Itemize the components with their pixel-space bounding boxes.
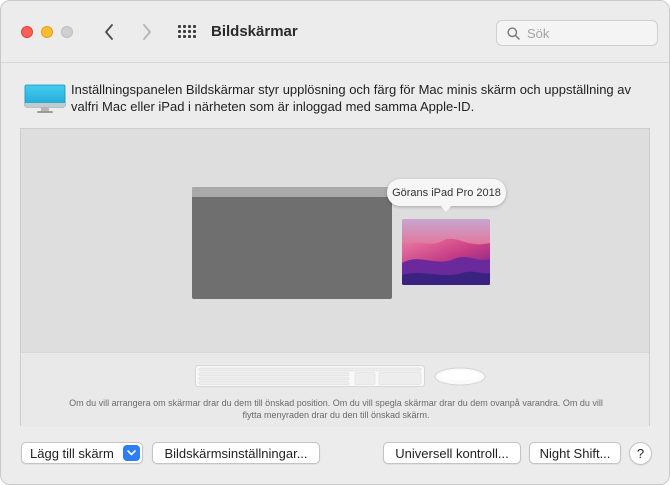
title-bar: Bildskärmar xyxy=(1,1,669,63)
zoom-button[interactable] xyxy=(61,26,73,38)
ipad-display-thumbnail[interactable] xyxy=(402,219,490,285)
ipad-name-tooltip: Görans iPad Pro 2018 xyxy=(387,179,506,206)
show-all-button[interactable] xyxy=(176,23,196,41)
close-button[interactable] xyxy=(21,26,33,38)
search-input[interactable] xyxy=(525,24,649,42)
night-shift-button[interactable]: Night Shift... xyxy=(529,442,621,464)
info-description: Inställningspanelen Bildskärmar styr upp… xyxy=(71,82,631,114)
mac-display-thumbnail[interactable] xyxy=(192,187,392,299)
add-display-popup-button[interactable]: Lägg till skärm xyxy=(21,442,143,464)
chevron-down-icon xyxy=(123,445,140,461)
display-settings-button[interactable]: Bildskärmsinställningar... xyxy=(152,442,320,464)
magnifier-icon xyxy=(507,26,520,40)
universal-control-button[interactable]: Universell kontroll... xyxy=(383,442,521,464)
forward-button[interactable] xyxy=(135,19,159,45)
minimize-button[interactable] xyxy=(41,26,53,38)
arrangement-hint: Om du vill arrangera om skärmar drar du … xyxy=(69,398,603,420)
chevron-right-icon xyxy=(143,24,151,40)
display-arrangement-area: Görans iPad Pro 2018 Om du vill arranger… xyxy=(20,128,650,427)
keyboard-icon xyxy=(195,365,425,387)
search-field[interactable] xyxy=(496,20,658,46)
chevron-left-icon xyxy=(105,24,113,40)
tooltip-arrow xyxy=(440,205,452,212)
back-button[interactable] xyxy=(97,19,121,45)
help-button[interactable]: ? xyxy=(629,442,652,465)
question-mark-icon: ? xyxy=(636,446,645,461)
ipad-name-label: Görans iPad Pro 2018 xyxy=(392,186,501,199)
display-icon xyxy=(24,84,66,113)
window-title: Bildskärmar xyxy=(211,23,298,40)
mouse-icon xyxy=(434,367,486,386)
system-preferences-window: Bildskärmar Inställningspanelen Bildskär… xyxy=(0,0,670,485)
menu-bar-indicator[interactable] xyxy=(192,187,392,197)
add-display-label: Lägg till skärm xyxy=(30,445,114,461)
